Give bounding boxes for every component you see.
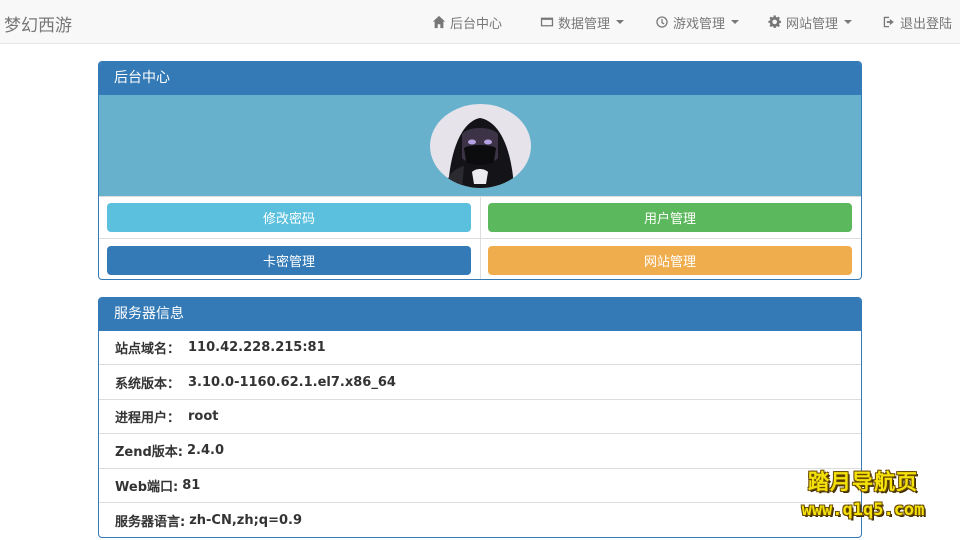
list-item: 服务器语言: zh-CN,zh;q=0.9 [99,503,861,537]
info-label: Web端口: [115,479,179,495]
info-label: 站点域名： [115,342,181,358]
site-management-button[interactable]: 网站管理 [488,246,852,275]
watermark-title: 踏月导航页 [808,470,918,494]
nav-item-label: 数据管理 [558,16,611,32]
nav-item-label: 网站管理 [786,16,839,32]
info-value: zh-CN,zh;q=0.9 [189,512,303,528]
panel-title: 服务器信息 [99,298,861,331]
avatar [430,104,531,188]
change-password-button[interactable]: 修改密码 [107,203,471,232]
server-info-list: 站点域名： 110.42.228.215:81 系统版本： 3.10.0-116… [99,331,861,537]
list-item: Zend版本: 2.4.0 [99,434,861,469]
nav-item-label: 退出登陆 [900,16,953,32]
nav-item-data-management[interactable]: 数据管理 [540,13,625,32]
clock-icon [656,16,668,28]
caret-down-icon [731,20,740,24]
watermark-url: www.q1q5.com [801,500,925,520]
user-management-button[interactable]: 用户管理 [488,203,852,232]
top-navbar: 梦幻西游 后台中心 数据管理 游戏管理 网站管理 退出登陆 [0,0,960,44]
server-info-panel: 服务器信息 站点域名： 110.42.228.215:81 系统版本： 3.10… [98,297,862,538]
list-item: 进程用户： root [99,400,861,435]
info-label: 进程用户： [115,410,181,426]
nav-item-label: 后台中心 [450,16,503,32]
info-value: root [188,408,219,424]
gear-icon [768,15,781,28]
nav-item-game-management[interactable]: 游戏管理 [655,13,740,32]
nav-item-site-management[interactable]: 网站管理 [768,13,853,32]
panel-title: 后台中心 [99,62,861,95]
list-item: 站点域名： 110.42.228.215:81 [99,331,861,366]
logout-icon [883,16,894,28]
card-key-management-button[interactable]: 卡密管理 [107,246,471,275]
info-label: 服务器语言: [115,514,186,530]
grid-divider [99,238,861,239]
info-label: 系统版本： [115,376,181,392]
info-value: 81 [182,477,201,493]
admin-button-grid: 修改密码 用户管理 卡密管理 网站管理 [99,197,861,279]
info-value: 2.4.0 [187,443,225,459]
caret-down-icon [616,20,625,24]
watermark: 踏月导航页 www.q1q5.com [778,466,948,520]
home-icon [432,15,446,29]
info-value: 3.10.0-1160.62.1.el7.x86_64 [188,374,396,390]
table-icon [540,17,554,27]
nav-item-admin-center[interactable]: 后台中心 [432,13,503,32]
admin-center-panel: 后台中心 修改密码 用户管理 卡密管理 网站管理 [98,61,862,280]
nav-item-label: 游戏管理 [673,16,726,32]
info-value: 110.42.228.215:81 [188,340,326,356]
avatar-banner [99,95,861,197]
caret-down-icon [844,20,853,24]
brand-title[interactable]: 梦幻西游 [4,11,72,36]
nav-item-logout[interactable]: 退出登陆 [882,13,953,32]
list-item: Web端口: 81 [99,469,861,503]
list-item: 系统版本： 3.10.0-1160.62.1.el7.x86_64 [99,365,861,400]
info-label: Zend版本: [115,445,184,461]
